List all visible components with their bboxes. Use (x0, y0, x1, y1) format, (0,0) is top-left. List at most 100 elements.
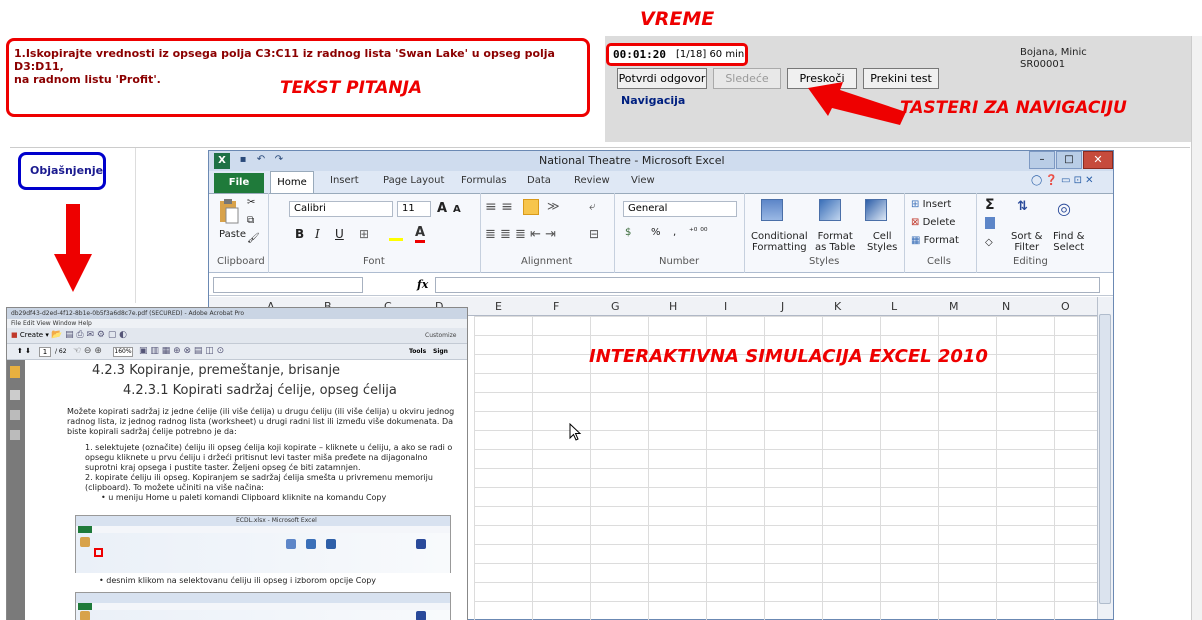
label: Sort & (1011, 231, 1043, 242)
conditional-formatting-icon[interactable] (761, 199, 783, 221)
tab-home[interactable]: Home (270, 171, 314, 194)
underline-button[interactable]: U (335, 227, 344, 241)
borders-icon[interactable]: ⊞ (359, 227, 369, 241)
paste-icon[interactable] (217, 199, 239, 225)
tab-data[interactable]: Data (527, 175, 551, 186)
font-shrink-icon[interactable]: A (453, 204, 461, 215)
align-left-icon[interactable]: ≣ ≣ ≣ ⇤ ⇥ (485, 227, 556, 242)
column-header-e[interactable]: E (495, 300, 502, 313)
explanation-label[interactable]: Objašnjenje (30, 164, 103, 177)
tab-review[interactable]: Review (574, 175, 610, 186)
signatures-icon[interactable] (10, 430, 20, 440)
cell-styles-button[interactable]: Cell Styles (867, 231, 897, 253)
font-size-select[interactable]: 11 (397, 201, 431, 217)
insert-cells-button[interactable]: ⊞ Insert (911, 199, 951, 210)
excel-scroll-thumb[interactable] (1099, 314, 1111, 604)
page-number-input[interactable]: 1 (39, 347, 51, 357)
paste-label[interactable]: Paste (219, 229, 246, 240)
wrap-text-icon[interactable]: ⤶ (589, 199, 596, 214)
comma-button[interactable]: , (673, 227, 676, 238)
clear-icon[interactable]: ◇ (985, 237, 993, 248)
redo-icon[interactable]: ↷ (272, 153, 286, 167)
column-header-o[interactable]: O (1061, 300, 1070, 313)
acrobat-menu[interactable]: File Edit View Window Help (7, 319, 467, 328)
column-header-h[interactable]: H (669, 300, 677, 313)
name-box[interactable] (213, 277, 363, 293)
format-cells-button[interactable]: ▦ Format (911, 235, 959, 246)
font-grow-icon[interactable]: A (437, 201, 447, 216)
lock-icon[interactable] (10, 366, 20, 378)
figure-ribbon (76, 533, 450, 573)
format-table-icon[interactable] (819, 199, 841, 221)
page-scrollbar[interactable] (1191, 36, 1202, 620)
tab-page-layout[interactable]: Page Layout (383, 175, 444, 186)
font-color-icon[interactable]: A (415, 225, 426, 243)
attachments-icon[interactable] (10, 410, 20, 420)
find-icon[interactable]: ◎ (1057, 199, 1079, 221)
format-as-table-button[interactable]: Format as Table (815, 231, 855, 253)
tab-formulas[interactable]: Formulas (461, 175, 507, 186)
zoom-select[interactable]: 160% (113, 347, 133, 357)
user-name: Bojana, Minic (1020, 47, 1087, 58)
sort-filter-icon[interactable]: ⇅ (1017, 199, 1037, 221)
label: Format (817, 231, 853, 242)
pages-icon[interactable] (10, 390, 20, 400)
orientation-icon[interactable]: ≫ (547, 199, 560, 213)
undo-icon[interactable]: ↶ (254, 153, 268, 167)
fill-icon[interactable] (985, 217, 995, 229)
formula-input[interactable] (435, 277, 1100, 293)
currency-icon[interactable]: $ (625, 227, 631, 238)
view-icons[interactable]: ▣ ▥ ▦ ⊕ ⊗ ▤ ◫ ⊙ (139, 346, 224, 356)
column-header-k[interactable]: K (834, 300, 841, 313)
number-format-select[interactable]: General (623, 201, 737, 217)
skip-button[interactable]: Preskoči (787, 68, 857, 89)
font-name-select[interactable]: Calibri (289, 201, 393, 217)
conditional-formatting-button[interactable]: Conditional Formatting (751, 231, 808, 253)
sign-button[interactable]: Sign (433, 348, 448, 355)
tools-button[interactable]: Tools (409, 348, 426, 355)
help-icon[interactable]: ◯ ❓ ▭ ⊡ ✕ (1031, 175, 1094, 186)
align-middle-icon[interactable] (523, 199, 539, 215)
sort-filter-button[interactable]: Sort & Filter (1011, 231, 1042, 253)
fx-icon[interactable]: fx (417, 278, 428, 291)
create-button[interactable]: ■ Create ▾ (11, 331, 49, 339)
minimize-icon[interactable]: – (1029, 151, 1055, 169)
tab-file[interactable]: File (214, 173, 264, 193)
save-icon[interactable]: ▪ (236, 153, 250, 167)
label: Cell (872, 231, 892, 242)
merge-icon[interactable]: ⊟ (589, 227, 599, 241)
tab-insert[interactable]: Insert (330, 175, 359, 186)
percent-button[interactable]: % (651, 227, 661, 238)
column-header-m[interactable]: M (949, 300, 959, 313)
next-button[interactable]: Sledeće (713, 68, 781, 89)
format-painter-icon[interactable]: 🖌 (247, 233, 260, 244)
column-header-g[interactable]: G (611, 300, 620, 313)
customize-button[interactable]: Customize (425, 332, 457, 339)
toolbar-icons[interactable]: 📂 ▤ ⎙ ✉ ⚙ ▢ ◐ (51, 330, 127, 340)
italic-button[interactable]: I (315, 227, 320, 241)
confirm-answer-button[interactable]: Potvrdi odgovor (617, 68, 707, 89)
find-select-button[interactable]: Find & Select (1053, 231, 1084, 253)
decimal-icon[interactable]: ⁺⁰ ⁰⁰ (689, 227, 707, 237)
column-header-i[interactable]: I (724, 300, 727, 313)
column-header-l[interactable]: L (891, 300, 897, 313)
prev-page-icon[interactable]: ⬆ ⬇ (17, 347, 31, 355)
delete-cells-button[interactable]: ⊠ Delete (911, 217, 955, 228)
stop-test-button[interactable]: Prekini test (863, 68, 939, 89)
column-header-n[interactable]: N (1002, 300, 1010, 313)
fill-color-icon[interactable] (389, 229, 403, 241)
cell-styles-icon[interactable] (865, 199, 887, 221)
autosum-button[interactable]: Σ (985, 197, 995, 213)
column-header-j[interactable]: J (781, 300, 784, 313)
tab-view[interactable]: View (631, 175, 655, 186)
figure-title-bar: ECDL.xlsx - Microsoft Excel (76, 516, 450, 526)
maximize-icon[interactable]: □ (1056, 151, 1082, 169)
align-top-icon[interactable]: ≡ ≡ (485, 199, 513, 215)
cut-icon[interactable]: ✂ (247, 197, 255, 208)
hand-tool-icon[interactable]: ☜ ⊖ ⊕ (73, 346, 102, 356)
bold-button[interactable]: B (295, 227, 304, 241)
column-header-f[interactable]: F (553, 300, 559, 313)
mouse-cursor-icon (569, 423, 582, 441)
close-icon[interactable]: ✕ (1083, 151, 1113, 169)
copy-icon[interactable]: ⧉ (247, 215, 254, 226)
